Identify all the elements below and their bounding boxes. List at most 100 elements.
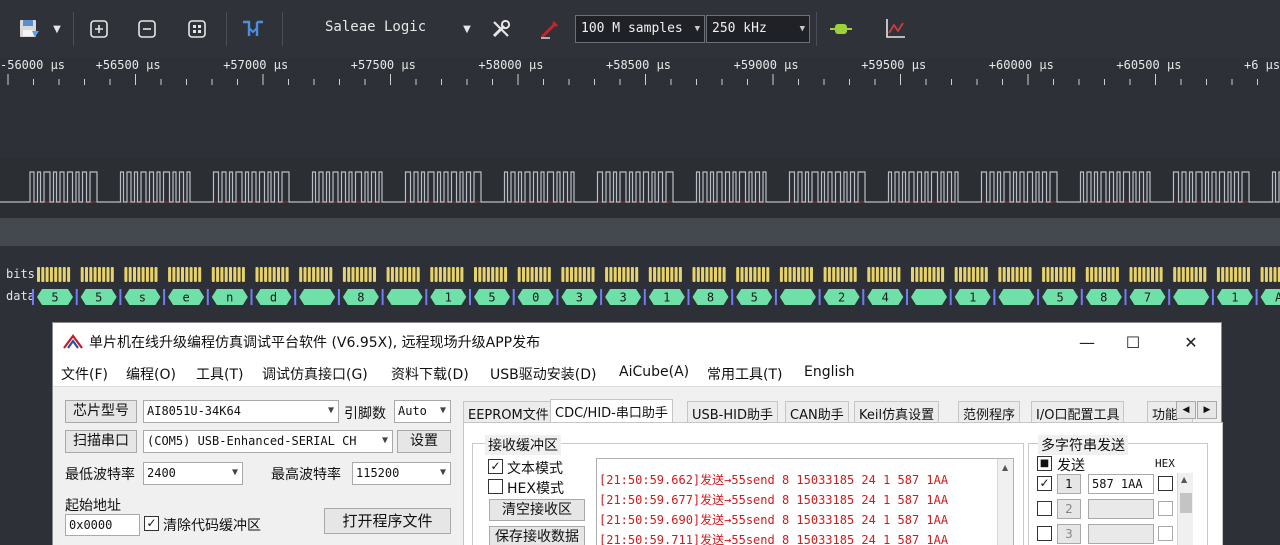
bit-mark <box>1133 267 1137 282</box>
clear-receive-button[interactable]: 清空接收区 <box>489 499 585 521</box>
menu-program[interactable]: 编程(O) <box>126 364 176 384</box>
bit-group <box>168 267 202 282</box>
scan-port-button[interactable]: 扫描串口 <box>65 430 137 453</box>
time-ruler[interactable]: -56000 μs +56500 μs +57000 μs +57500 μs +580… <box>0 52 1280 92</box>
row-1-hex-checkbox[interactable] <box>1158 476 1173 491</box>
menu-tools[interactable]: 工具(T) <box>196 364 243 384</box>
tab-eeprom-file[interactable]: EEPROM文件 <box>463 401 554 423</box>
maximize-button[interactable]: ☐ <box>1111 327 1155 357</box>
data-frame: A <box>1255 289 1280 305</box>
screen: ▼ Saleae Logic ▼ 100 M samples ▼ 250 kHz <box>0 0 1280 545</box>
pin-chevron-down-icon: ▼ <box>439 405 446 416</box>
tab-io-config[interactable]: I/O口配置工具 <box>1031 401 1125 423</box>
receive-log[interactable]: [21:50:59.662]发送→55send 8 15033185 24 1 … <box>596 458 1014 545</box>
logic-toolbar: ▼ Saleae Logic ▼ 100 M samples ▼ 250 kHz <box>0 0 1280 58</box>
channel-groups-icon[interactable] <box>184 15 210 43</box>
receive-buffer-title: 接收缓冲区 <box>485 435 561 455</box>
device-name[interactable]: Saleae Logic <box>325 19 426 35</box>
bit-mark <box>1059 267 1063 282</box>
bit-mark <box>364 267 368 282</box>
bit-mark <box>1072 267 1076 282</box>
bit-mark <box>268 267 272 282</box>
chip-type-select[interactable]: AI8051U-34K64 ▼ <box>143 400 339 423</box>
bit-mark <box>37 267 40 282</box>
open-program-file-button[interactable]: 打开程序文件 <box>324 508 451 534</box>
bit-mark <box>1181 267 1185 282</box>
tab-scroll-right-icon[interactable]: ▶ <box>1197 401 1217 419</box>
menu-downloads[interactable]: 资料下载(D) <box>391 364 469 384</box>
text-mode-checkbox[interactable]: ✓ <box>488 459 503 474</box>
tab-cdc-hid-serial[interactable]: CDC/HID-串口助手 <box>550 399 673 424</box>
clear-code-checkbox[interactable]: ✓ <box>144 516 159 531</box>
close-button[interactable]: ✕ <box>1169 327 1213 357</box>
probe-icon[interactable] <box>534 15 564 43</box>
row-3-hex-checkbox[interactable] <box>1158 526 1173 541</box>
save-receive-button[interactable]: 保存接收数据 <box>489 526 585 545</box>
remove-channel-icon[interactable] <box>134 15 160 43</box>
bit-mark <box>168 267 172 282</box>
chip-type-button[interactable]: 芯片型号 <box>65 400 137 423</box>
bit-mark <box>1007 267 1010 282</box>
samples-value: 100 M samples <box>581 21 683 36</box>
start-capture-icon[interactable] <box>826 15 856 43</box>
row-3-send-button[interactable]: 3 <box>1057 524 1081 544</box>
start-address-input[interactable]: 0x0000 <box>65 514 140 536</box>
sample-rate-select[interactable]: 250 kHz ▼ <box>706 15 810 43</box>
device-chevron-down-icon[interactable]: ▼ <box>460 15 474 43</box>
row-1-input[interactable]: 587 1AA <box>1088 474 1154 494</box>
multi-scroll-thumb[interactable] <box>1180 493 1192 513</box>
row-3-input[interactable] <box>1088 524 1154 544</box>
minimize-button[interactable]: — <box>1065 327 1109 357</box>
bit-group <box>692 267 726 282</box>
tab-can[interactable]: CAN助手 <box>785 401 849 423</box>
menu-english[interactable]: English <box>804 364 855 380</box>
min-baud-select[interactable]: 2400 ▼ <box>143 462 243 485</box>
save-capture-icon[interactable] <box>14 15 44 43</box>
samples-select[interactable]: 100 M samples ▼ <box>575 15 705 43</box>
data-frame <box>294 289 336 305</box>
bit-mark <box>543 267 547 282</box>
row-1-checkbox[interactable]: ✓ <box>1037 476 1052 491</box>
row-2-hex-checkbox[interactable] <box>1158 501 1173 516</box>
data-row[interactable]: 5 5 s e n d 8 1 5 0 3 3 1 8 5 2 4 1 5 8 7 1 A <box>0 286 1280 308</box>
data-frame: 4 <box>862 289 904 305</box>
send-all-checkbox[interactable]: ■ <box>1037 456 1052 471</box>
tab-scroll-left-icon[interactable]: ◀ <box>1176 401 1196 419</box>
trigger-marker-icon[interactable] <box>238 15 268 43</box>
menu-debug-interface[interactable]: 调试仿真接口(G) <box>262 364 368 384</box>
tab-keil-settings[interactable]: Keil仿真设置 <box>854 401 940 423</box>
analyzer-icon[interactable] <box>880 15 910 43</box>
bit-mark <box>373 267 376 282</box>
signal-lane[interactable] <box>0 158 1280 220</box>
scroll-up-icon[interactable]: ▲ <box>1002 463 1008 472</box>
menu-common-tools[interactable]: 常用工具(T) <box>707 364 782 384</box>
max-baud-select[interactable]: 115200 ▼ <box>352 462 451 485</box>
menu-file[interactable]: 文件(F) <box>61 364 108 384</box>
row-2-checkbox[interactable] <box>1037 501 1052 516</box>
receive-log-scrollbar[interactable]: ▲ <box>997 459 1013 545</box>
settings-button[interactable]: 设置 <box>397 430 451 453</box>
row-2-input[interactable] <box>1088 499 1154 519</box>
tab-usb-hid[interactable]: USB-HID助手 <box>687 401 778 423</box>
hex-mode-checkbox[interactable] <box>488 479 503 494</box>
add-channel-icon[interactable] <box>86 15 112 43</box>
data-frame: d <box>250 289 292 305</box>
bit-group <box>474 267 508 282</box>
menu-aicube[interactable]: AiCube(A) <box>619 364 689 380</box>
row-1-send-button[interactable]: 1 <box>1057 474 1081 494</box>
row-3-checkbox[interactable] <box>1037 526 1052 541</box>
menu-usb-driver[interactable]: USB驱动安装(D) <box>490 364 596 384</box>
bit-mark <box>141 267 145 282</box>
pin-count-select[interactable]: Auto ▼ <box>394 400 451 423</box>
multi-scroll-up-icon[interactable]: ▲ <box>1181 475 1187 484</box>
multi-send-scrollbar[interactable]: ▲ <box>1177 473 1193 545</box>
bit-mark <box>277 267 280 282</box>
port-select[interactable]: (COM5) USB-Enhanced-SERIAL CH ▼ <box>143 430 393 453</box>
chevron-down-icon[interactable]: ▼ <box>50 15 64 43</box>
data-frame: 8 <box>687 289 729 305</box>
tab-examples[interactable]: 范例程序 <box>958 401 1021 423</box>
settings-tools-icon[interactable] <box>486 15 516 43</box>
bit-mark <box>150 267 154 282</box>
data-frame: 2 <box>818 289 860 305</box>
row-2-send-button[interactable]: 2 <box>1057 499 1081 519</box>
